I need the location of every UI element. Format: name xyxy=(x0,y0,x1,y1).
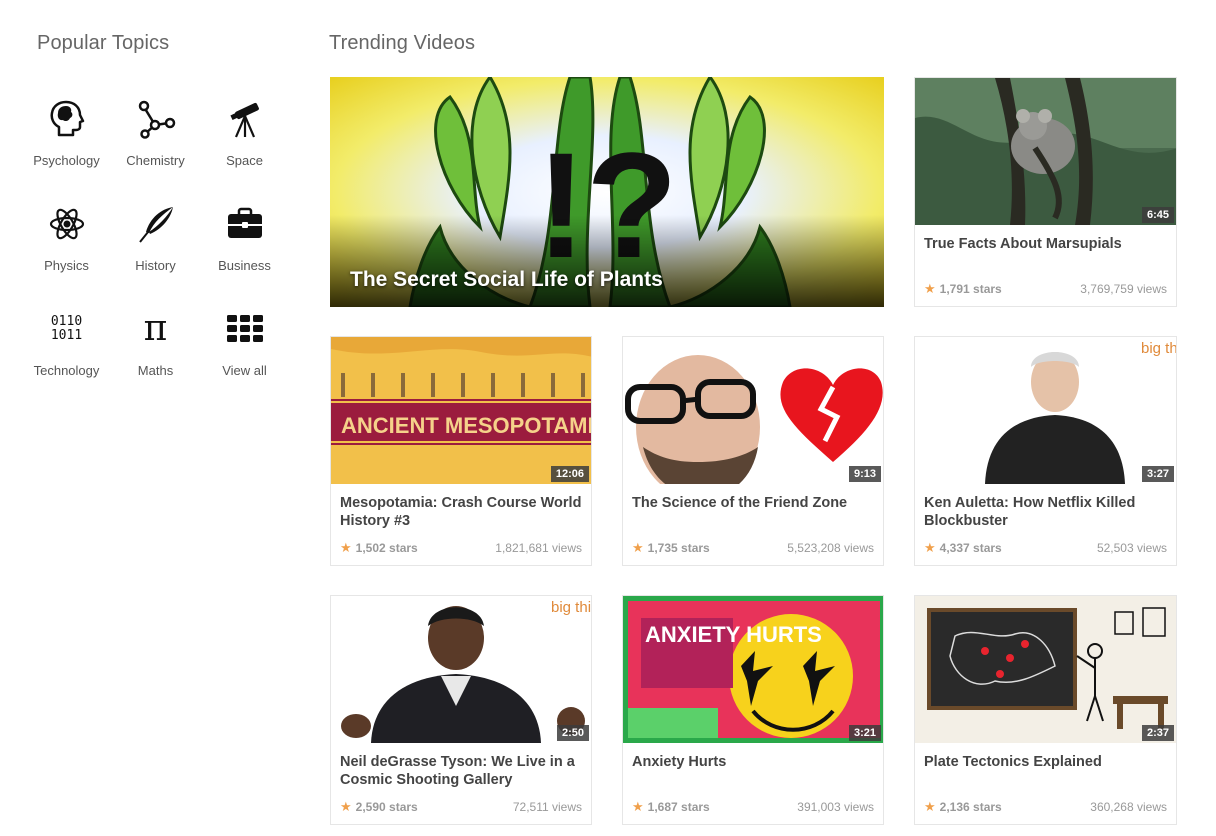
video-meta: ★ 1,687 stars 391,003 views xyxy=(632,799,874,815)
video-thumbnail: ANCIENT MESOPOTAMIA 12:06 xyxy=(331,337,591,484)
video-stars: 1,735 stars xyxy=(647,541,710,555)
topic-label: Maths xyxy=(137,363,174,378)
topic-label: Technology xyxy=(33,363,100,378)
video-card[interactable]: big think 3:27 Ken Auletta: How Netflix … xyxy=(914,336,1177,566)
video-meta: ★ 4,337 stars 52,503 views xyxy=(924,540,1167,556)
grid-icon xyxy=(223,307,267,351)
video-title: Neil deGrasse Tyson: We Live in a Cosmic… xyxy=(340,754,575,788)
featured-video-title: The Secret Social Life of Plants xyxy=(350,268,663,291)
video-title: Plate Tectonics Explained xyxy=(924,754,1102,770)
video-card[interactable]: big think 2:50 Neil deGrasse Tyson: We L… xyxy=(330,595,592,825)
video-thumbnail: 9:13 xyxy=(623,337,883,484)
video-thumbnail: big think 3:27 xyxy=(915,337,1176,484)
video-card[interactable]: 2:37 Plate Tectonics Explained ★ 2,136 st… xyxy=(914,595,1177,825)
video-stars: 4,337 stars xyxy=(939,541,1002,555)
video-title: Ken Auletta: How Netflix Killed Blockbus… xyxy=(924,495,1136,529)
topic-maths[interactable]: π Maths xyxy=(111,302,200,407)
star-icon: ★ xyxy=(340,540,352,555)
video-title: Mesopotamia: Crash Course World History … xyxy=(340,495,582,529)
video-stars: 1,687 stars xyxy=(647,800,710,814)
star-icon: ★ xyxy=(924,281,936,296)
star-icon: ★ xyxy=(632,799,644,814)
topic-physics[interactable]: Physics xyxy=(22,197,111,302)
topic-label: History xyxy=(135,258,176,273)
video-duration: 2:37 xyxy=(1141,725,1174,741)
video-stars: 2,136 stars xyxy=(939,800,1002,814)
video-meta: ★ 1,735 stars 5,523,208 views xyxy=(632,540,874,556)
video-duration: 3:27 xyxy=(1141,466,1174,482)
topic-space[interactable]: Space xyxy=(200,92,289,197)
video-card[interactable]: ANCIENT MESOPOTAMIA 12:06 Mesopotamia: C… xyxy=(330,336,592,566)
quill-icon xyxy=(134,202,178,246)
video-meta: ★ 1,791 stars 3,769,759 views xyxy=(924,281,1167,297)
thumbnail-text: ANCIENT MESOPOTAMIA xyxy=(341,413,591,438)
video-meta: ★ 1,502 stars 1,821,681 views xyxy=(340,540,582,556)
topic-label: View all xyxy=(222,363,267,378)
binary-icon: 0110 1011 xyxy=(50,314,83,343)
video-duration: 3:21 xyxy=(848,725,881,741)
video-thumbnail: 2:37 xyxy=(915,596,1176,743)
topic-psychology[interactable]: Psychology xyxy=(22,92,111,197)
video-views: 1,821,681 views xyxy=(495,541,582,555)
topic-view-all[interactable]: View all xyxy=(200,302,289,407)
topic-label: Psychology xyxy=(33,153,100,168)
video-views: 360,268 views xyxy=(1090,800,1167,814)
topic-label: Business xyxy=(218,258,271,273)
featured-video[interactable]: !? The Secret Social Life of Plants xyxy=(330,77,884,307)
trending-videos-heading: Trending Videos xyxy=(329,32,476,54)
video-card[interactable]: ANXIETY HURTS 3:21 Anxiety Hurts ★ 1,687 … xyxy=(622,595,884,825)
video-card[interactable]: 6:45 True Facts About Marsupials ★ 1,791 … xyxy=(914,77,1177,307)
atom-icon xyxy=(45,202,89,246)
video-views: 391,003 views xyxy=(797,800,874,814)
video-title: True Facts About Marsupials xyxy=(924,236,1122,252)
popular-topics-heading: Popular Topics xyxy=(37,32,170,54)
head-icon xyxy=(45,97,89,141)
topic-label: Physics xyxy=(44,258,89,273)
star-icon: ★ xyxy=(924,540,936,555)
star-icon: ★ xyxy=(924,799,936,814)
video-thumbnail: ANXIETY HURTS 3:21 xyxy=(623,596,883,743)
pi-icon: π xyxy=(143,308,168,349)
video-thumbnail: 6:45 xyxy=(915,78,1176,225)
topic-label: Chemistry xyxy=(126,153,185,168)
star-icon: ★ xyxy=(340,799,352,814)
topic-label: Space xyxy=(226,153,263,168)
video-views: 5,523,208 views xyxy=(787,541,874,555)
video-title: Anxiety Hurts xyxy=(632,754,727,770)
video-views: 3,769,759 views xyxy=(1080,282,1167,296)
video-duration: 6:45 xyxy=(1141,207,1174,223)
thumbnail-text: ANXIETY HURTS xyxy=(645,622,822,647)
video-stars: 1,791 stars xyxy=(939,282,1002,296)
topic-business[interactable]: Business xyxy=(200,197,289,302)
video-duration: 9:13 xyxy=(848,466,881,482)
video-card[interactable]: 9:13 The Science of the Friend Zone ★ 1,7… xyxy=(622,336,884,566)
video-duration: 2:50 xyxy=(556,725,589,741)
video-duration: 12:06 xyxy=(550,466,589,482)
topic-history[interactable]: History xyxy=(111,197,200,302)
thumbnail-text: big think xyxy=(551,599,591,616)
video-title: The Science of the Friend Zone xyxy=(632,495,848,511)
briefcase-icon xyxy=(223,202,267,246)
topic-chemistry[interactable]: Chemistry xyxy=(111,92,200,197)
video-views: 72,511 views xyxy=(512,800,582,814)
thumbnail-text: big think xyxy=(1141,340,1176,357)
video-thumbnail: big think 2:50 xyxy=(331,596,591,743)
video-meta: ★ 2,136 stars 360,268 views xyxy=(924,799,1167,815)
star-icon: ★ xyxy=(632,540,644,555)
topic-technology[interactable]: 0110 1011 Technology xyxy=(22,302,111,407)
topics-grid: Psychology Chemistry Space Physics Histo… xyxy=(22,92,290,407)
video-meta: ★ 2,590 stars 72,511 views xyxy=(340,799,582,815)
telescope-icon xyxy=(223,97,267,141)
video-stars: 1,502 stars xyxy=(355,541,418,555)
video-views: 52,503 views xyxy=(1096,541,1167,555)
video-stars: 2,590 stars xyxy=(355,800,418,814)
molecule-icon xyxy=(134,97,178,141)
